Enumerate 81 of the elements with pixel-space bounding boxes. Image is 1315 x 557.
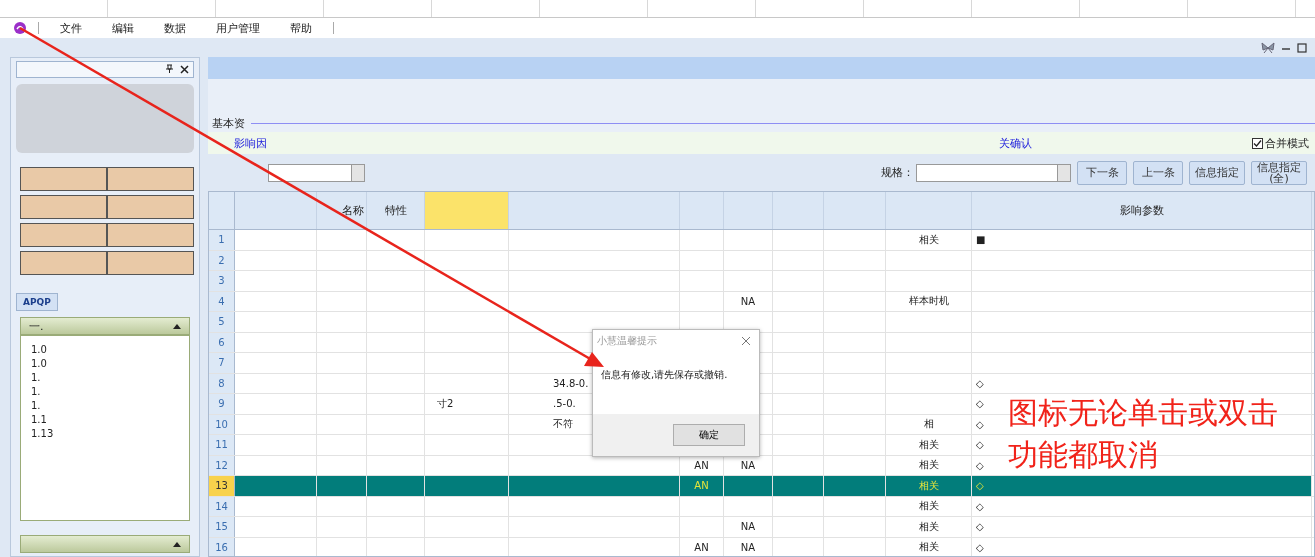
list-item[interactable]: 1. bbox=[31, 399, 179, 411]
table-cell: NA bbox=[724, 517, 773, 537]
toolbar-button[interactable]: 信息指定 (全) bbox=[1251, 160, 1307, 185]
field-label: 规格： bbox=[881, 165, 914, 180]
row-number[interactable]: 3 bbox=[209, 271, 235, 291]
column-header[interactable]: 名称 bbox=[317, 192, 367, 229]
blurred-button[interactable] bbox=[107, 251, 194, 276]
row-number[interactable]: 2 bbox=[209, 250, 235, 270]
link[interactable]: 影响因 bbox=[234, 135, 267, 151]
row-number[interactable]: 4 bbox=[209, 291, 235, 311]
list-item[interactable]: 1. bbox=[31, 371, 179, 383]
list-item[interactable]: 1.1 bbox=[31, 413, 179, 425]
row-number[interactable]: 6 bbox=[209, 332, 235, 352]
list-item[interactable]: 1.13 bbox=[31, 427, 179, 439]
list-item[interactable]: 1.0 bbox=[31, 343, 179, 355]
table-cell: 相关 bbox=[886, 496, 972, 516]
toolbar-button[interactable]: 上一条 bbox=[1133, 160, 1183, 185]
toolbar-button[interactable]: 信息指定 bbox=[1189, 160, 1245, 185]
dropdown[interactable] bbox=[916, 163, 1071, 182]
row-number[interactable]: 15 bbox=[209, 517, 235, 537]
menu-item[interactable]: 文件 bbox=[45, 20, 97, 36]
checkbox-label[interactable]: 合并模式 bbox=[1265, 135, 1309, 151]
table-cell: 相关 bbox=[886, 476, 972, 496]
table-cell: 相关 bbox=[886, 455, 972, 475]
column-header[interactable]: 影响参数 bbox=[972, 192, 1312, 229]
row-number[interactable]: 1 bbox=[209, 230, 235, 250]
row-number[interactable]: 7 bbox=[209, 353, 235, 373]
link[interactable]: 关确认 bbox=[999, 135, 1032, 151]
butterfly-icon[interactable] bbox=[1261, 41, 1275, 54]
dialog-title: 小慧温馨提示 bbox=[597, 334, 657, 348]
collapse-icon[interactable] bbox=[173, 541, 181, 547]
maximize-icon[interactable] bbox=[1297, 42, 1307, 53]
row-number[interactable]: 14 bbox=[209, 496, 235, 516]
menu-item[interactable]: 数据 bbox=[149, 20, 201, 36]
pin-icon[interactable] bbox=[165, 64, 174, 75]
table-cell: ◇ bbox=[972, 373, 1312, 393]
tab[interactable]: 基本资 bbox=[212, 115, 245, 131]
table-cell: AN bbox=[680, 476, 724, 496]
list-item[interactable]: 1. bbox=[31, 385, 179, 397]
apqp-button[interactable]: APQP bbox=[16, 293, 58, 312]
section-header[interactable]: 一. bbox=[20, 317, 190, 335]
table-cell: ◇ bbox=[972, 537, 1312, 556]
table-cell: NA bbox=[724, 537, 773, 556]
toolbar-button[interactable]: 下一条 bbox=[1077, 160, 1127, 185]
collapse-icon[interactable] bbox=[173, 323, 181, 329]
table-cell: 寸2 bbox=[425, 394, 509, 414]
table-cell: ◇ bbox=[972, 496, 1312, 516]
blurred-button[interactable] bbox=[20, 223, 107, 248]
menu-item[interactable]: 用户管理 bbox=[201, 20, 275, 36]
table-cell: AN bbox=[680, 537, 724, 556]
table-cell: 样本时机 bbox=[886, 291, 972, 311]
table-cell: 相关 bbox=[886, 517, 972, 537]
table-cell: 相 bbox=[886, 414, 972, 434]
table-cell: NA bbox=[724, 291, 773, 311]
row-number[interactable]: 10 bbox=[209, 414, 235, 434]
row-number[interactable]: 13 bbox=[209, 476, 235, 496]
blurred-button[interactable] bbox=[107, 167, 194, 192]
row-number[interactable]: 5 bbox=[209, 312, 235, 332]
menu-item[interactable]: 编辑 bbox=[97, 20, 149, 36]
app-logo-icon[interactable] bbox=[14, 22, 26, 34]
dropdown[interactable] bbox=[268, 163, 365, 182]
blurred-button[interactable] bbox=[20, 251, 107, 276]
row-number[interactable]: 9 bbox=[209, 394, 235, 414]
menu-item[interactable]: 帮助 bbox=[275, 20, 327, 36]
row-number[interactable]: 12 bbox=[209, 455, 235, 475]
checkbox[interactable] bbox=[1252, 137, 1263, 149]
blurred-button[interactable] bbox=[107, 195, 194, 220]
row-number[interactable]: 8 bbox=[209, 373, 235, 393]
table-cell: 相关 bbox=[886, 537, 972, 556]
row-number[interactable]: 11 bbox=[209, 435, 235, 455]
blurred-button[interactable] bbox=[107, 223, 194, 248]
table-cell: ◇ bbox=[972, 476, 1312, 496]
blurred-button[interactable] bbox=[20, 195, 107, 220]
close-icon[interactable] bbox=[180, 64, 189, 74]
ok-button[interactable]: 确定 bbox=[673, 424, 745, 446]
table-cell: ■ bbox=[972, 230, 1312, 250]
blurred-button[interactable] bbox=[20, 167, 107, 192]
list-item[interactable]: 1.0 bbox=[31, 357, 179, 369]
table-cell: 相关 bbox=[886, 435, 972, 455]
table-cell: 相关 bbox=[886, 230, 972, 250]
table-cell: ◇ bbox=[972, 517, 1312, 537]
